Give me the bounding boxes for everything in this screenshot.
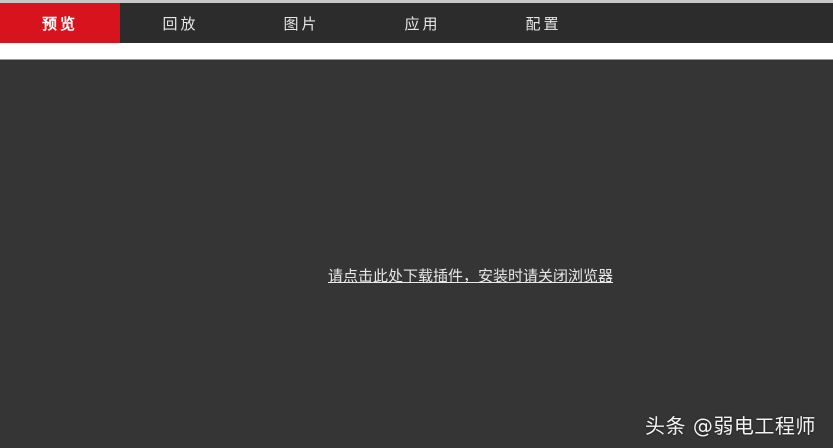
tab-preview[interactable]: 预览 — [0, 3, 120, 43]
tab-picture-label: 图片 — [283, 14, 320, 33]
download-plugin-link[interactable]: 请点击此处下载插件，安装时请关闭浏览器 — [328, 265, 613, 286]
tab-configuration[interactable]: 配置 — [483, 3, 604, 43]
tab-application[interactable]: 应用 — [362, 3, 483, 43]
preview-area: 请点击此处下载插件，安装时请关闭浏览器 头条 @弱电工程师 — [0, 60, 833, 448]
watermark-text: 头条 @弱电工程师 — [645, 414, 816, 438]
tab-configuration-label: 配置 — [525, 14, 562, 33]
tab-playback-label: 回放 — [162, 14, 199, 33]
tab-picture[interactable]: 图片 — [241, 3, 362, 43]
main-navbar: 预览 回放 图片 应用 配置 — [0, 3, 833, 43]
toolbar-strip — [0, 43, 833, 59]
tab-application-label: 应用 — [404, 14, 441, 33]
tab-playback[interactable]: 回放 — [120, 3, 241, 43]
tab-preview-label: 预览 — [41, 14, 78, 33]
